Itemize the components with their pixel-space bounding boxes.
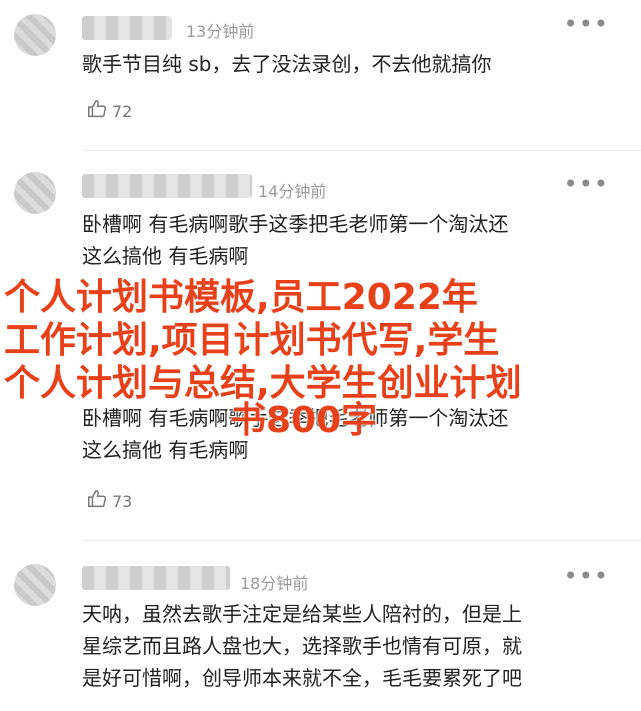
comment-text: 卧槽啊 有毛病啊歌手这季把毛老师第一个淘汰还 这么搞他 有毛病啊: [82, 212, 509, 268]
avatar[interactable]: [14, 564, 56, 606]
like-button[interactable]: 72: [86, 98, 132, 124]
username-blurred[interactable]: [82, 566, 230, 590]
divider: [82, 150, 641, 151]
comment-time: 18分钟前: [240, 574, 309, 593]
more-options-icon[interactable]: •••: [564, 10, 609, 38]
more-options-icon[interactable]: •••: [564, 170, 609, 198]
comment-time: 14分钟前: [258, 182, 327, 201]
thumbs-up-icon: [86, 488, 108, 514]
like-button[interactable]: 73: [86, 488, 132, 514]
more-options-icon[interactable]: •••: [564, 562, 609, 590]
avatar[interactable]: [14, 172, 56, 214]
thumbs-up-icon: [86, 98, 108, 124]
like-count: 72: [112, 101, 133, 121]
avatar[interactable]: [14, 14, 56, 56]
username-blurred[interactable]: [82, 16, 172, 40]
username-blurred[interactable]: [82, 174, 252, 198]
comment-text: 天呐，虽然去歌手注定是给某些人陪衬的，但是上 星综艺而且路人盘也大，选择歌手也情…: [82, 602, 522, 690]
like-count: 73: [112, 491, 133, 511]
overlay-title: 个人计划书模板,员工2022年 工作计划,项目计划书代写,学生 个人计划与总结,…: [4, 276, 634, 442]
comment-text: 歌手节目纯 sb，去了没法录创，不去他就搞你: [82, 52, 492, 76]
overlay-line: 个人计划书模板,员工2022年: [4, 277, 478, 318]
comment-time: 13分钟前: [186, 22, 255, 41]
divider: [82, 540, 641, 541]
overlay-line: 工作计划,项目计划书代写,学生: [4, 320, 500, 361]
overlay-line: 书800字: [230, 400, 378, 441]
